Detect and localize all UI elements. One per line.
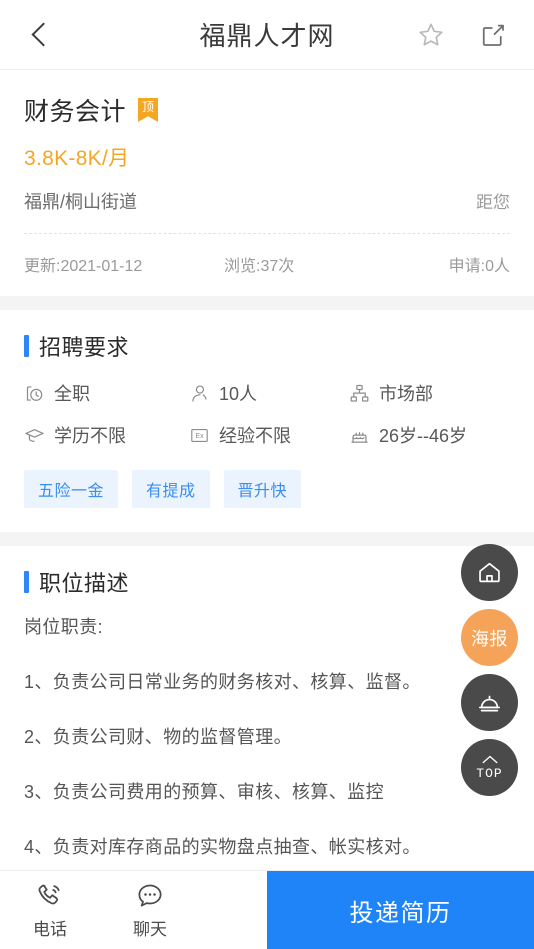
chevron-up-icon xyxy=(482,755,497,764)
benefit-tags: 五险一金 有提成 晋升快 xyxy=(24,470,510,532)
floating-action-buttons: 海报 TOP xyxy=(461,544,518,796)
requirement-label: 10人 xyxy=(219,384,258,404)
description-line: 3、负责公司费用的预算、审核、核算、监控 xyxy=(24,781,385,802)
job-title-row: 财务会计 顶 xyxy=(24,92,510,128)
apply-button[interactable]: 投递简历 xyxy=(267,871,534,949)
graduation-cap-icon xyxy=(25,428,44,442)
requirement-label: 学历不限 xyxy=(54,426,126,446)
birthday-cake-icon xyxy=(351,431,368,443)
benefit-tag: 有提成 xyxy=(132,470,210,508)
phone-button[interactable]: 电话 xyxy=(0,871,100,949)
home-icon xyxy=(479,562,500,583)
chat-label: 聊天 xyxy=(133,919,167,939)
svg-text:Ex: Ex xyxy=(195,433,204,440)
description-header: 职位描述 xyxy=(24,566,510,598)
share-button[interactable] xyxy=(478,20,508,50)
page-header: 福鼎人才网 xyxy=(0,0,534,70)
location-row: 福鼎/桐山街道 距您 xyxy=(24,188,510,214)
requirement-item: 全职 xyxy=(24,380,189,406)
poster-button[interactable]: 海报 xyxy=(461,609,518,666)
requirement-label: 经验不限 xyxy=(219,426,291,446)
org-chart-icon xyxy=(350,384,369,402)
benefit-tag: 晋升快 xyxy=(223,470,302,508)
chat-bubble-icon xyxy=(138,884,162,906)
requirements-section: 招聘要求 全职 10人 市场部 学历不限 Ex 经验不限 26岁--46岁 五险… xyxy=(0,310,534,532)
section-accent-bar xyxy=(24,335,29,357)
benefit-tag: 五险一金 xyxy=(24,470,119,508)
top-badge: 顶 xyxy=(138,98,159,122)
bottom-action-bar: 电话 聊天 投递简历 xyxy=(0,870,534,949)
description-line: 4、负责对库存商品的实物盘点抽查、帐实核对。 xyxy=(24,836,421,857)
requirement-item: 学历不限 xyxy=(24,422,189,448)
scroll-top-button[interactable]: TOP xyxy=(461,739,518,796)
stat-updated: 更新:2021-01-12 xyxy=(24,258,143,275)
section-gap xyxy=(0,532,534,546)
phone-label: 电话 xyxy=(33,919,67,939)
favorite-button[interactable] xyxy=(416,20,446,50)
job-summary: 财务会计 顶 3.8K-8K/月 福鼎/桐山街道 距您 更新:2021-01-1… xyxy=(0,70,534,296)
requirements-title: 招聘要求 xyxy=(39,335,130,360)
requirement-label: 全职 xyxy=(54,384,90,404)
distance-label[interactable]: 距您 xyxy=(476,188,510,213)
description-section: 职位描述 岗位职责: 1、负责公司日常业务的财务核对、核算、监督。 2、负责公司… xyxy=(0,546,534,868)
description-line: 1、负责公司日常业务的财务核对、核算、监督。 xyxy=(24,671,421,692)
job-detail-page: 福鼎人才网 财务会计 顶 3.8K-8K/月 福鼎/桐山街道 距您 更新:202… xyxy=(0,0,534,949)
poster-label: 海报 xyxy=(471,628,508,649)
requirement-item: 市场部 xyxy=(349,380,510,406)
alarm-button[interactable] xyxy=(461,674,518,731)
section-accent-bar xyxy=(24,571,29,593)
stat-views: 浏览:37次 xyxy=(224,258,295,275)
person-icon xyxy=(192,384,207,402)
requirement-label: 市场部 xyxy=(379,384,433,404)
requirement-item: Ex 经验不限 xyxy=(189,422,349,448)
experience-box-icon: Ex xyxy=(191,428,208,442)
salary-text: 3.8K-8K/月 xyxy=(24,147,130,170)
back-button[interactable] xyxy=(26,18,60,52)
section-gap xyxy=(0,296,534,310)
description-line: 2、负责公司财、物的监督管理。 xyxy=(24,726,293,747)
requirement-item: 10人 xyxy=(189,380,349,406)
requirement-item: 26岁--46岁 xyxy=(349,422,510,448)
scroll-top-label: TOP xyxy=(476,766,503,781)
job-location: 福鼎/桐山街道 xyxy=(24,192,138,212)
home-button[interactable] xyxy=(461,544,518,601)
header-actions xyxy=(416,20,508,50)
description-title: 职位描述 xyxy=(39,571,130,596)
description-line: 岗位职责: xyxy=(24,617,104,637)
phone-call-icon xyxy=(38,884,60,904)
requirements-header: 招聘要求 xyxy=(24,330,510,362)
job-stats: 更新:2021-01-12 浏览:37次 申请:0人 xyxy=(24,234,510,296)
clock-box-icon xyxy=(26,385,43,401)
requirements-grid: 全职 10人 市场部 学历不限 Ex 经验不限 26岁--46岁 xyxy=(24,380,510,448)
share-box-icon xyxy=(482,24,504,46)
chat-button[interactable]: 聊天 xyxy=(100,871,200,949)
alarm-icon xyxy=(478,695,501,712)
chevron-left-icon xyxy=(30,22,56,47)
scroll-content: 财务会计 顶 3.8K-8K/月 福鼎/桐山街道 距您 更新:2021-01-1… xyxy=(0,70,534,878)
job-title: 财务会计 xyxy=(24,98,127,126)
stat-applicants: 申请:0人 xyxy=(448,258,510,275)
description-body: 岗位职责: 1、负责公司日常业务的财务核对、核算、监督。 2、负责公司财、物的监… xyxy=(24,614,510,861)
star-outline-icon xyxy=(419,23,443,46)
requirement-label: 26岁--46岁 xyxy=(379,426,468,446)
